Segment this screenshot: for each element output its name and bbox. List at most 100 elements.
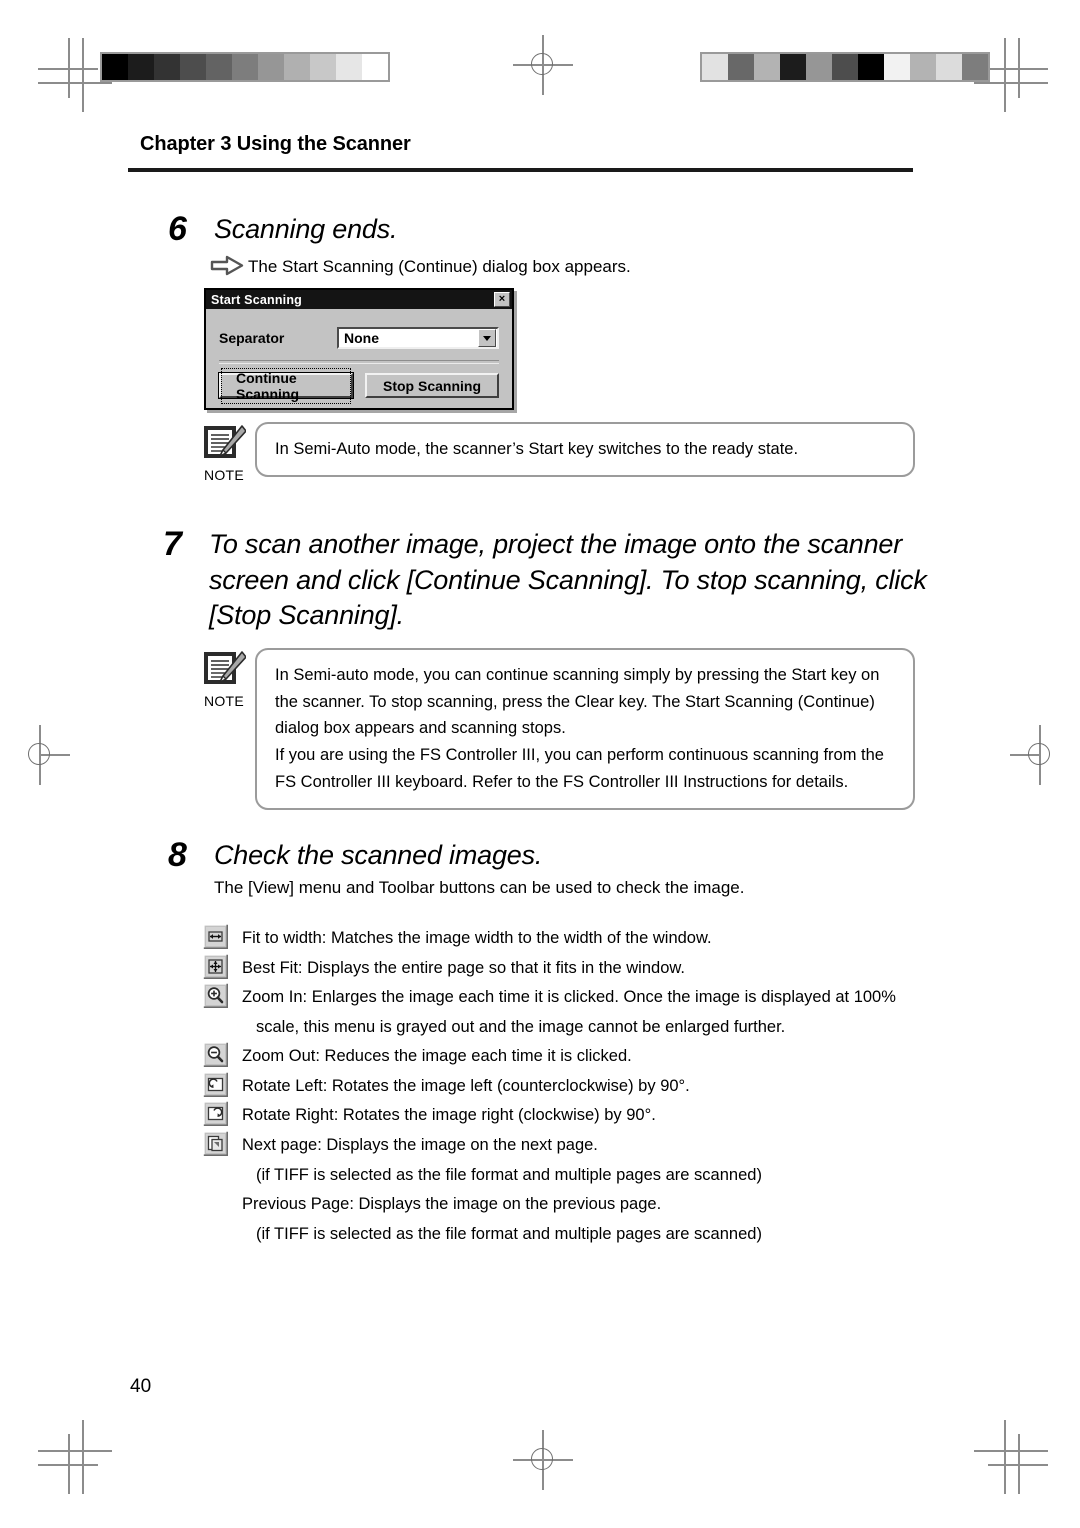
gray-patch — [806, 54, 832, 80]
rotate-right-icon[interactable] — [203, 1101, 228, 1127]
note-pencil-icon — [204, 651, 246, 684]
toolbar-list-item: Best Fit: Displays the entire page so th… — [203, 953, 918, 982]
toolbar-list-item: (if TIFF is selected as the file format … — [203, 1162, 918, 1189]
dialog-title-bar: Start Scanning × — [206, 290, 512, 309]
gray-patch — [206, 54, 232, 80]
note-text-box: In Semi-Auto mode, the scanner’s Start k… — [255, 422, 915, 477]
grayscale-calibration-strip-left — [100, 52, 390, 82]
close-icon[interactable]: × — [494, 292, 510, 307]
registration-mark-bottom — [513, 1430, 573, 1490]
scanned-manual-page: Chapter 3 Using the Scanner 6 Scanning e… — [0, 0, 1080, 1528]
step-7: 7 To scan another image, project the ima… — [163, 527, 928, 634]
arrow-right-icon — [210, 255, 244, 276]
gray-patch — [310, 54, 336, 80]
dialog-divider — [219, 360, 499, 364]
gray-patch — [780, 54, 806, 80]
separator-label: Separator — [219, 330, 285, 346]
start-scanning-dialog[interactable]: Start Scanning × Separator None Continue… — [204, 288, 514, 410]
stop-scanning-button[interactable]: Stop Scanning — [365, 373, 499, 398]
step-8-title: Check the scanned images. — [214, 840, 543, 870]
separator-row: Separator None — [219, 327, 499, 349]
toolbar-list-item: Zoom In: Enlarges the image each time it… — [203, 983, 918, 1011]
best-fit-icon[interactable] — [203, 953, 228, 979]
registration-mark-left — [10, 725, 70, 785]
toolbar-item-description: Fit to width: Matches the image width to… — [242, 929, 712, 947]
toolbar-list-item: Rotate Left: Rotates the image left (cou… — [203, 1071, 918, 1100]
toolbar-item-description: (if TIFF is selected as the file format … — [256, 1165, 762, 1184]
toolbar-item-description: scale, this menu is grayed out and the i… — [256, 1017, 786, 1036]
gray-patch — [832, 54, 858, 80]
chevron-down-icon[interactable] — [478, 329, 496, 347]
toolbar-list-item: Zoom Out: Reduces the image each time it… — [203, 1042, 918, 1070]
note-icon-group-2: NOTE — [193, 648, 255, 709]
step-7-number: 7 — [163, 525, 182, 563]
step-6-callout-text: The Start Scanning (Continue) dialog box… — [248, 257, 631, 276]
gray-patch — [858, 54, 884, 80]
gray-patch — [180, 54, 206, 80]
gray-patch — [936, 54, 962, 80]
note-paragraph: In Semi-Auto mode, the scanner’s Start k… — [275, 440, 799, 458]
page-number: 40 — [130, 1376, 152, 1397]
dialog-title-text: Start Scanning — [211, 292, 303, 307]
gray-patch — [154, 54, 180, 80]
toolbar-item-description: Zoom Out: Reduces the image each time it… — [242, 1047, 632, 1066]
toolbar-item-description: Previous Page: Displays the image on the… — [242, 1195, 662, 1214]
toolbar-item-description: Next page: Displays the image on the nex… — [242, 1135, 598, 1154]
toolbar-button-list: Fit to width: Matches the image width to… — [203, 923, 918, 1250]
fit-to-width-icon[interactable] — [203, 923, 228, 950]
note-label: NOTE — [203, 693, 245, 709]
toolbar-item-description: (if TIFF is selected as the file format … — [256, 1224, 762, 1243]
toolbar-list-item: Previous Page: Displays the image on the… — [203, 1191, 918, 1218]
note-paragraph-2: If you are using the FS Controller III, … — [275, 746, 884, 791]
note-paragraph-1: In Semi-auto mode, you can continue scan… — [275, 666, 880, 738]
note-block-2: NOTE In Semi-auto mode, you can continue… — [193, 648, 915, 810]
separator-select[interactable]: None — [337, 327, 499, 349]
gray-patch — [728, 54, 754, 80]
toolbar-list-item: Next page: Displays the image on the nex… — [203, 1130, 918, 1159]
gray-patch — [102, 54, 128, 80]
step-6: 6 Scanning ends. — [168, 212, 928, 248]
toolbar-item-description: Rotate Left: Rotates the image left (cou… — [242, 1076, 690, 1095]
rotate-left-icon[interactable] — [203, 1071, 228, 1097]
crop-mark-top-left — [38, 38, 112, 112]
crop-mark-bottom-right — [974, 1420, 1048, 1494]
gray-patch — [232, 54, 258, 80]
note-pencil-icon — [204, 425, 246, 458]
step-8: 8 Check the scanned images. — [168, 838, 928, 874]
gray-patch — [754, 54, 780, 80]
gray-patch — [962, 54, 988, 80]
grayscale-calibration-strip-right — [700, 52, 990, 82]
gray-patch — [128, 54, 154, 80]
step-6-number: 6 — [168, 210, 187, 248]
registration-mark-right — [1010, 725, 1070, 785]
chapter-header: Chapter 3 Using the Scanner — [140, 133, 411, 155]
toolbar-list-item: (if TIFF is selected as the file format … — [203, 1221, 918, 1248]
gray-patch — [362, 54, 388, 80]
separator-value: None — [344, 330, 379, 346]
gray-patch — [284, 54, 310, 80]
zoom-in-icon[interactable] — [203, 983, 228, 1009]
toolbar-list-item: Fit to width: Matches the image width to… — [203, 923, 918, 952]
note-block-1: NOTE In Semi-Auto mode, the scanner’s St… — [193, 422, 915, 483]
crop-mark-bottom-left — [38, 1420, 112, 1494]
toolbar-item-description: Rotate Right: Rotates the image right (c… — [242, 1106, 656, 1125]
step-8-intro: The [View] menu and Toolbar buttons can … — [214, 878, 745, 897]
continue-scanning-label: Continue Scanning — [221, 367, 351, 404]
toolbar-list-item: Rotate Right: Rotates the image right (c… — [203, 1101, 918, 1129]
toolbar-item-description: Zoom In: Enlarges the image each time it… — [242, 988, 896, 1007]
step-7-title: To scan another image, project the image… — [209, 529, 927, 631]
toolbar-item-description: Best Fit: Displays the entire page so th… — [242, 958, 685, 977]
continue-scanning-button[interactable]: Continue Scanning — [218, 367, 354, 404]
header-rule — [128, 168, 913, 172]
note-label: NOTE — [203, 467, 245, 483]
gray-patch — [336, 54, 362, 80]
note-text-box: In Semi-auto mode, you can continue scan… — [255, 648, 915, 810]
registration-mark-top — [513, 35, 573, 95]
dialog-button-row: Continue Scanning Stop Scanning — [218, 367, 499, 410]
step-6-title: Scanning ends. — [214, 214, 398, 244]
dialog-body: Separator None Continue Scanning Stop Sc… — [206, 309, 512, 410]
zoom-out-icon[interactable] — [203, 1042, 228, 1068]
next-page-icon[interactable] — [203, 1130, 228, 1156]
note-icon-group: NOTE — [193, 422, 255, 483]
gray-patch — [910, 54, 936, 80]
